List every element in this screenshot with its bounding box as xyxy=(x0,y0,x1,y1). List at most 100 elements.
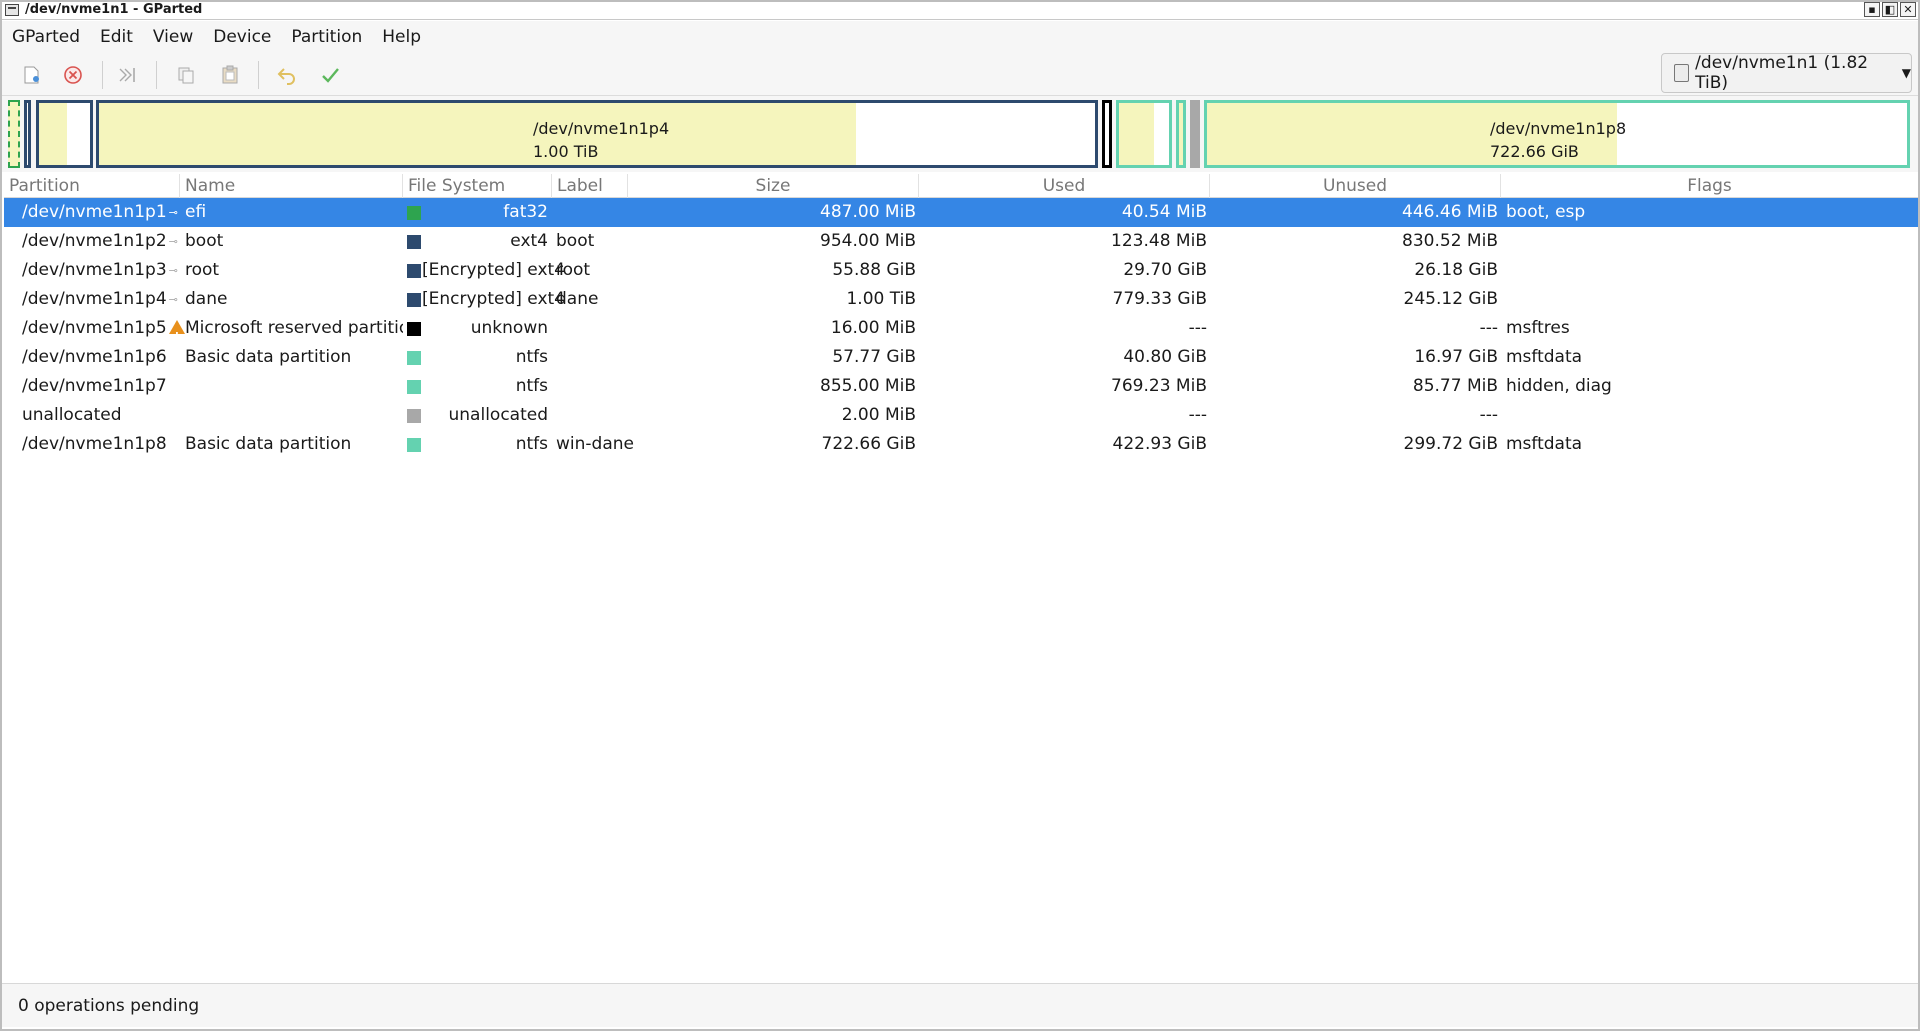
filesystem-color-swatch xyxy=(407,409,421,423)
close-button[interactable]: ✕ xyxy=(1900,2,1916,17)
table-row[interactable]: /dev/nvme1n1p1 ⊸ efi fat32 487.00 MiB 40.54 M… xyxy=(4,198,1918,227)
table-row[interactable]: /dev/nvme1n1p8 Basic data partition ntfs wi… xyxy=(4,430,1918,459)
cell-size: 954.00 MiB xyxy=(820,231,916,251)
cell-size: 487.00 MiB xyxy=(820,202,916,222)
col-unused[interactable]: Unused xyxy=(1210,174,1501,198)
menu-help[interactable]: Help xyxy=(372,21,431,53)
minimize-button[interactable]: ▪ xyxy=(1864,2,1880,17)
cell-name: efi xyxy=(185,202,207,222)
resize-move-icon[interactable] xyxy=(112,60,142,90)
filesystem-color-swatch xyxy=(407,380,421,394)
map-segment-p2[interactable] xyxy=(24,100,31,168)
cell-flags xyxy=(1506,401,1906,430)
cell-partition: /dev/nvme1n1p5! xyxy=(22,314,185,343)
table-row[interactable]: /dev/nvme1n1p2 ⊸ boot ext4 boot 954.00 MiB 123… xyxy=(4,227,1918,256)
table-row[interactable]: /dev/nvme1n1p5! Microsoft reserved partit… xyxy=(4,314,1918,343)
map-segment-p1[interactable] xyxy=(8,100,20,168)
chevron-down-icon: ▼ xyxy=(1901,66,1911,80)
key-icon: ⊸ xyxy=(168,235,178,248)
table-row[interactable]: /dev/nvme1n1p4 ⊸ dane [Encrypted] ext4 dane 1… xyxy=(4,285,1918,314)
cell-filesystem: unknown xyxy=(470,318,548,338)
maximize-button[interactable]: ◧ xyxy=(1882,2,1898,17)
cell-flags xyxy=(1506,227,1906,256)
table-row[interactable]: /dev/nvme1n1p7 ntfs 855.00 MiB 769.23 MiB 85… xyxy=(4,372,1918,401)
window-title: /dev/nvme1n1 - GParted xyxy=(25,2,203,17)
paste-icon[interactable] xyxy=(215,60,245,90)
cell-label xyxy=(556,372,628,401)
cell-size: 16.00 MiB xyxy=(830,318,916,338)
map-p4-size: 1.00 TiB xyxy=(533,142,599,161)
device-selector[interactable]: /dev/nvme1n1 (1.82 TiB) ▼ xyxy=(1661,53,1912,93)
col-flags[interactable]: Flags xyxy=(1501,174,1918,198)
cell-partition: /dev/nvme1n1p4 ⊸ xyxy=(22,285,178,314)
cell-partition: /dev/nvme1n1p1 ⊸ xyxy=(22,198,178,227)
cell-flags xyxy=(1506,285,1906,314)
cell-unused: --- xyxy=(1479,318,1498,338)
partition-map: /dev/nvme1n1p4 1.00 TiB /dev/nvme1n1p8 7… xyxy=(0,96,1920,172)
app-icon xyxy=(5,3,19,16)
map-segment-p3[interactable] xyxy=(36,100,93,168)
map-segment-p8[interactable]: /dev/nvme1n1p8 722.66 GiB xyxy=(1204,100,1910,168)
copy-icon[interactable] xyxy=(171,60,201,90)
filesystem-color-swatch xyxy=(407,235,421,249)
col-filesystem[interactable]: File System xyxy=(403,174,552,198)
map-segment-p5[interactable] xyxy=(1102,100,1112,168)
map-p8-name: /dev/nvme1n1p8 xyxy=(1490,119,1627,138)
map-segment-p7[interactable] xyxy=(1176,100,1186,168)
cell-label: dane xyxy=(556,289,599,309)
menu-partition[interactable]: Partition xyxy=(281,21,372,53)
cell-name: Basic data partition xyxy=(185,347,352,367)
cell-partition: unallocated xyxy=(22,405,122,425)
new-icon[interactable] xyxy=(16,60,46,90)
cell-used: 123.48 MiB xyxy=(1111,231,1207,251)
filesystem-color-swatch xyxy=(407,438,421,452)
menu-edit[interactable]: Edit xyxy=(90,21,143,53)
cell-used: 29.70 GiB xyxy=(1123,260,1207,280)
col-used[interactable]: Used xyxy=(919,174,1210,198)
cell-label xyxy=(556,401,628,430)
cell-label xyxy=(556,314,628,343)
toolbar: /dev/nvme1n1 (1.82 TiB) ▼ xyxy=(2,53,1918,96)
undo-icon[interactable] xyxy=(272,60,302,90)
table-row[interactable]: /dev/nvme1n1p6 Basic data partition ntfs 57… xyxy=(4,343,1918,372)
cell-flags: msftdata xyxy=(1506,347,1583,367)
menu-gparted[interactable]: GParted xyxy=(2,21,90,53)
cell-size: 55.88 GiB xyxy=(832,260,916,280)
cell-filesystem: ext4 xyxy=(510,231,548,251)
table-header: Partition Name File System Label Size Us… xyxy=(4,174,1918,198)
table-row[interactable]: unallocated unallocated 2.00 MiB --- --- xyxy=(4,401,1918,430)
col-partition[interactable]: Partition xyxy=(4,174,180,198)
cell-flags: hidden, diag xyxy=(1506,376,1612,396)
cell-label: boot xyxy=(556,231,595,251)
window-titlebar[interactable]: /dev/nvme1n1 - GParted ▪ ◧ ✕ xyxy=(0,0,1920,20)
col-name[interactable]: Name xyxy=(180,174,403,198)
cell-unused: 245.12 GiB xyxy=(1403,289,1498,309)
apply-icon[interactable] xyxy=(315,60,345,90)
col-size[interactable]: Size xyxy=(628,174,919,198)
cell-unused: 830.52 MiB xyxy=(1402,231,1498,251)
cell-flags xyxy=(1506,256,1906,285)
map-segment-unallocated[interactable] xyxy=(1190,100,1200,168)
filesystem-color-swatch xyxy=(407,293,421,307)
key-icon: ⊸ xyxy=(168,293,178,306)
menu-device[interactable]: Device xyxy=(203,21,281,53)
cell-used: 779.33 GiB xyxy=(1112,289,1207,309)
map-segment-p4[interactable]: /dev/nvme1n1p4 1.00 TiB xyxy=(96,100,1098,168)
cell-filesystem: [Encrypted] ext4 xyxy=(422,260,565,280)
table-row[interactable]: /dev/nvme1n1p3 ⊸ root [Encrypted] ext4 root 5… xyxy=(4,256,1918,285)
delete-icon[interactable] xyxy=(58,60,88,90)
key-icon: ⊸ xyxy=(168,264,178,277)
key-icon: ⊸ xyxy=(168,206,178,219)
col-label[interactable]: Label xyxy=(552,174,628,198)
cell-filesystem: fat32 xyxy=(503,202,548,222)
cell-label: root xyxy=(556,260,591,280)
cell-name: Microsoft reserved partition xyxy=(185,318,403,338)
partition-table[interactable]: Partition Name File System Label Size Us… xyxy=(4,174,1918,459)
cell-used: --- xyxy=(1188,318,1207,338)
map-segment-p6[interactable] xyxy=(1116,100,1172,168)
cell-name: boot xyxy=(185,231,224,251)
cell-flags: msftdata xyxy=(1506,434,1583,454)
cell-size: 1.00 TiB xyxy=(846,289,916,309)
menu-view[interactable]: View xyxy=(143,21,203,53)
cell-partition: /dev/nvme1n1p2 ⊸ xyxy=(22,227,178,256)
